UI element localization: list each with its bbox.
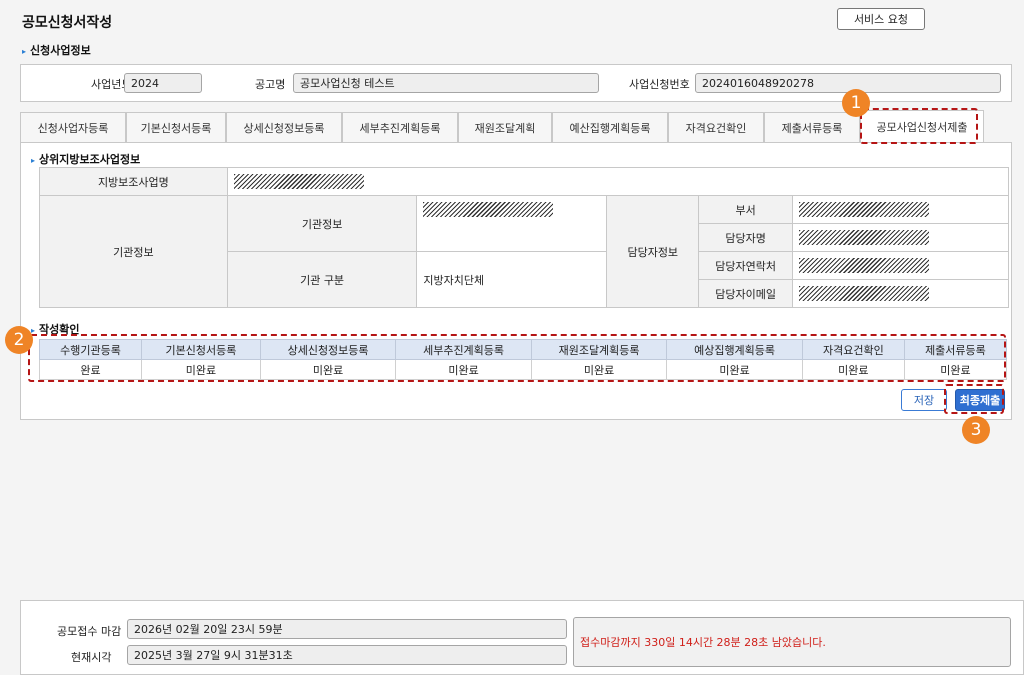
org-info-label: 기관정보: [226, 195, 418, 252]
email-label: 담당자이메일: [698, 279, 794, 308]
section-title-apply-info: ▸ 신청사업정보: [22, 44, 91, 57]
tab-detail-info[interactable]: 상세신청정보등록: [226, 112, 342, 142]
confirm-table: 수행기관등록 기본신청서등록 상세신청정보등록 세부추진계획등록 재원조달계획등…: [38, 339, 1008, 380]
org-type-value: 지방자치단체: [416, 251, 608, 308]
confirm-header: 세부추진계획등록: [395, 339, 532, 360]
confirm-header: 수행기관등록: [38, 339, 143, 360]
project-name-label: 지방보조사업명: [39, 167, 228, 196]
tab-documents[interactable]: 제출서류등록: [764, 112, 860, 142]
deadline-field[interactable]: 2026년 02월 20일 23시 59분: [127, 619, 567, 639]
confirm-header: 상세신청정보등록: [259, 339, 397, 360]
now-label: 현재시각: [71, 651, 112, 664]
confirm-status: 미완료: [530, 359, 668, 380]
redacted-block: [799, 230, 930, 245]
confirm-status: 미완료: [666, 359, 803, 380]
triangle-icon: ▸: [31, 156, 36, 165]
tab-execution-plan[interactable]: 세부추진계획등록: [342, 112, 458, 142]
person-label: 담당자명: [698, 223, 794, 252]
redacted-block: [799, 258, 930, 273]
tab-applicant[interactable]: 신청사업자등록: [20, 112, 126, 142]
year-field[interactable]: 2024: [124, 73, 202, 93]
tab-bar: 신청사업자등록 기본신청서등록 상세신청정보등록 세부추진계획등록 재원조달계획…: [20, 110, 1012, 144]
confirm-header: 자격요건확인: [801, 339, 905, 360]
confirm-status: 미완료: [141, 359, 261, 380]
redacted-block: [799, 202, 930, 217]
tab-funding-plan[interactable]: 재원조달계획: [458, 112, 552, 142]
service-request-button[interactable]: 서비스 요청: [837, 8, 925, 30]
phone-value: [792, 251, 1009, 280]
appno-label: 사업신청번호: [629, 78, 690, 91]
parent-info-table: 지방보조사업명 기관정보 기관정보 담당자정보 부서 담당자명 기관 구분 지방…: [39, 167, 1010, 308]
now-field[interactable]: 2025년 3월 27일 9시 31분31초: [127, 645, 567, 665]
confirm-status: 미완료: [801, 359, 905, 380]
redacted-block: [799, 286, 930, 301]
tab-eligibility[interactable]: 자격요건확인: [668, 112, 764, 142]
dept-value: [792, 195, 1009, 224]
confirm-header: 기본신청서등록: [141, 339, 261, 360]
confirm-status: 완료: [38, 359, 143, 380]
deadline-footer: 공모접수 마감 2026년 02월 20일 23시 59분 현재시각 2025년…: [20, 600, 1024, 675]
section-title-parent: ▸ 상위지방보조사업정보: [31, 153, 141, 166]
triangle-icon: ▸: [22, 47, 27, 56]
confirm-header: 제출서류등록: [903, 339, 1008, 360]
contact-group-label: 담당자정보: [606, 195, 700, 308]
final-submit-button[interactable]: 최종제출: [955, 389, 1005, 411]
person-value: [792, 223, 1009, 252]
confirm-status: 미완료: [903, 359, 1008, 380]
project-name-value: [226, 167, 1010, 196]
tab-submit[interactable]: 공모사업신청서제출: [860, 110, 984, 143]
save-button[interactable]: 저장: [901, 389, 947, 411]
confirm-header: 예상집행계획등록: [666, 339, 803, 360]
dept-label: 부서: [698, 195, 794, 224]
submit-panel: ▸ 상위지방보조사업정보 지방보조사업명 기관정보 기관정보 담당자정보 부서 담…: [20, 142, 1012, 420]
phone-label: 담당자연락처: [698, 251, 794, 280]
org-info-value: [416, 195, 608, 252]
confirm-header-row: 수행기관등록 기본신청서등록 상세신청정보등록 세부추진계획등록 재원조달계획등…: [38, 339, 1008, 360]
confirm-status: 미완료: [395, 359, 532, 380]
section-title-confirm: ▸ 작성확인: [31, 323, 80, 336]
page: 공모신청서작성 서비스 요청 ▸ 신청사업정보 사업년도 2024 공고명 공모사…: [5, 0, 1024, 675]
remaining-time-notice: 접수마감까지 330일 14시간 28분 28초 남았습니다.: [573, 617, 1011, 667]
notice-field[interactable]: 공모사업신청 테스트: [293, 73, 599, 93]
redacted-block: [233, 174, 364, 189]
tab-basic-application[interactable]: 기본신청서등록: [126, 112, 226, 142]
tab-budget-plan[interactable]: 예산집행계획등록: [552, 112, 668, 142]
deadline-label: 공모접수 마감: [57, 625, 122, 638]
notice-label: 공고명: [255, 78, 286, 91]
confirm-status-row: 완료 미완료 미완료 미완료 미완료 미완료 미완료 미완료: [38, 359, 1008, 380]
email-value: [792, 279, 1009, 308]
page-title: 공모신청서작성: [22, 15, 113, 31]
confirm-header: 재원조달계획등록: [530, 339, 668, 360]
step-badge-3: 3: [962, 416, 990, 444]
step-badge-1: 1: [842, 89, 870, 117]
org-type-label: 기관 구분: [226, 251, 418, 308]
redacted-block: [423, 202, 554, 217]
step-badge-2: 2: [5, 326, 33, 354]
org-group-label: 기관정보: [39, 195, 228, 308]
confirm-status: 미완료: [259, 359, 397, 380]
